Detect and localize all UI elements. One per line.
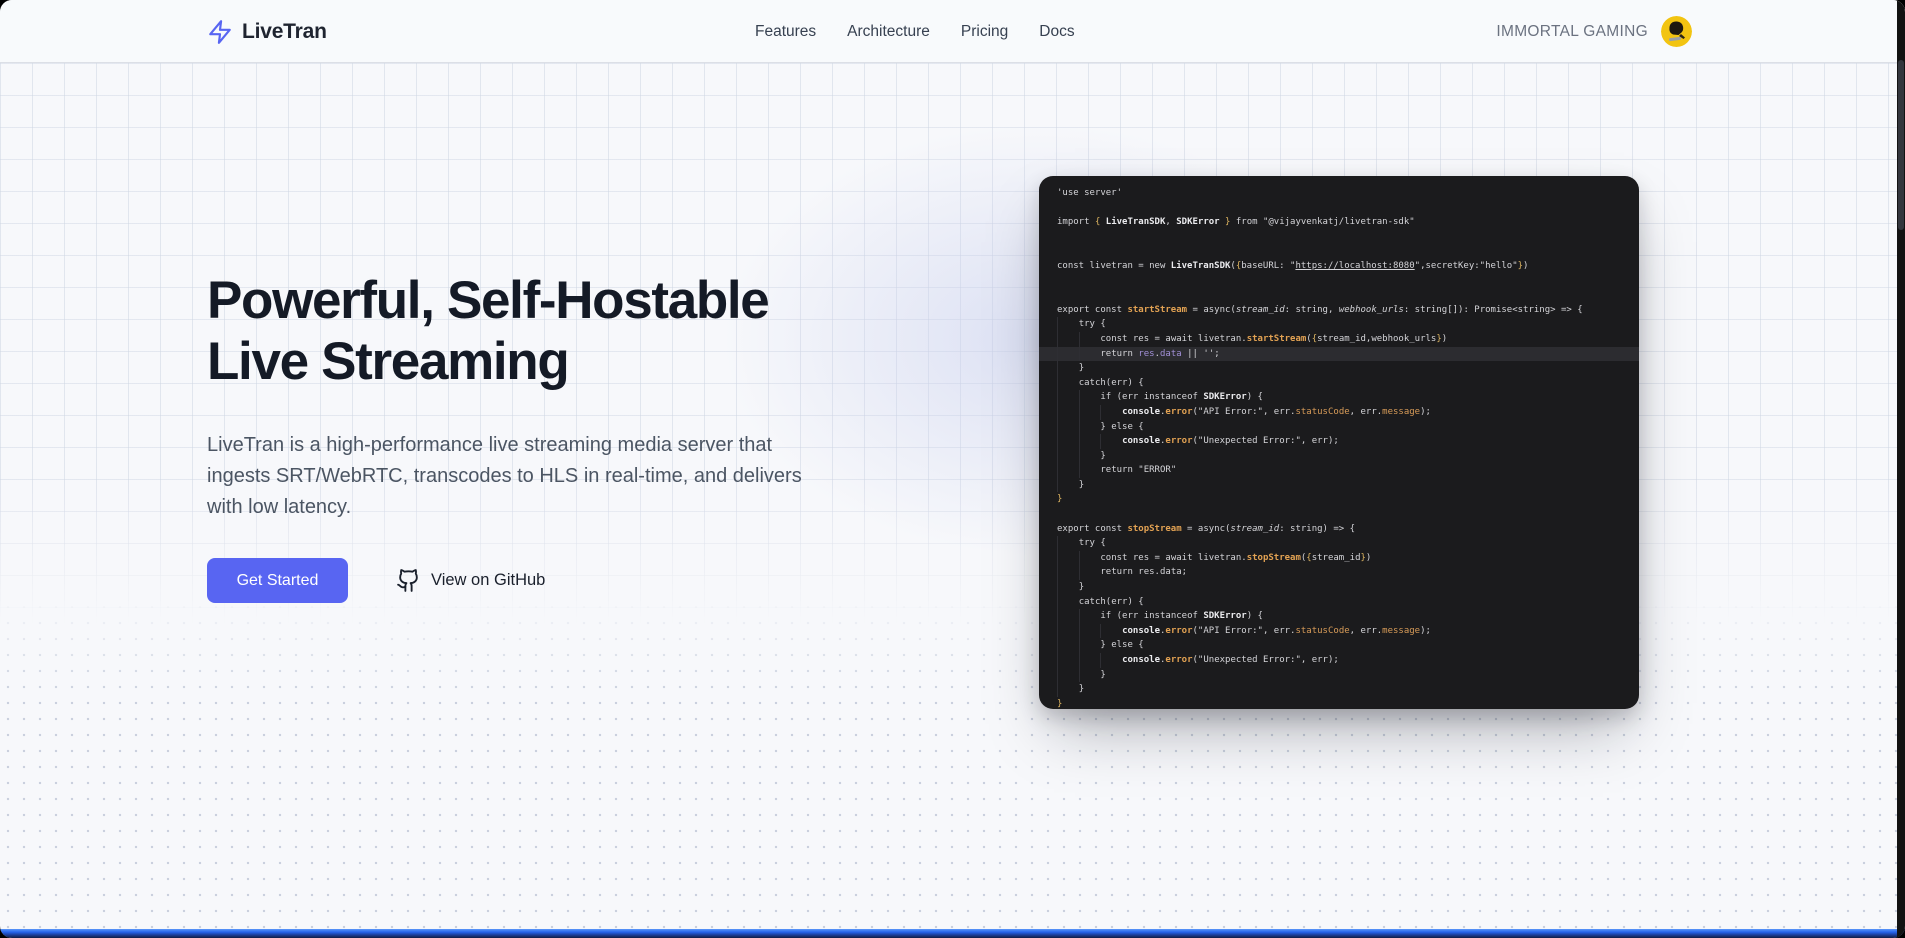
hero-title: Powerful, Self-Hostable Live Streaming	[207, 270, 768, 392]
get-started-button[interactable]: Get Started	[207, 558, 348, 603]
hero-cta-group: Get Started View on GitHub	[207, 558, 545, 603]
code-content: 'use server' import { LiveTranSDK, SDKEr…	[1057, 186, 1621, 709]
landing-page: LiveTran Features Architecture Pricing D…	[0, 0, 1905, 938]
code-snippet-panel: 'use server' import { LiveTranSDK, SDKEr…	[1039, 176, 1639, 709]
nav-link-architecture[interactable]: Architecture	[847, 23, 930, 41]
scrollbar-thumb[interactable]	[1898, 60, 1904, 230]
nav-link-features[interactable]: Features	[755, 23, 816, 41]
hero-title-line2: Live Streaming	[207, 332, 568, 391]
view-on-github-button[interactable]: View on GitHub	[396, 568, 545, 593]
nav-links: Features Architecture Pricing Docs	[755, 0, 1075, 63]
view-on-github-label: View on GitHub	[431, 571, 545, 590]
scrollbar[interactable]	[1897, 0, 1905, 938]
account-area: IMMORTAL GAMING	[1496, 0, 1692, 63]
github-icon	[396, 568, 421, 593]
nav-link-docs[interactable]: Docs	[1039, 23, 1074, 41]
navbar: LiveTran Features Architecture Pricing D…	[0, 0, 1905, 63]
hero-title-line1: Powerful, Self-Hostable	[207, 271, 768, 330]
brand-name: LiveTran	[242, 20, 327, 44]
hero-description: LiveTran is a high-performance live stre…	[207, 430, 822, 523]
brand-logo[interactable]: LiveTran	[207, 0, 327, 63]
zap-icon	[207, 19, 233, 45]
avatar[interactable]	[1661, 16, 1692, 47]
bottom-edge-bar	[0, 929, 1905, 938]
nav-link-pricing[interactable]: Pricing	[961, 23, 1008, 41]
account-name: IMMORTAL GAMING	[1496, 23, 1648, 41]
